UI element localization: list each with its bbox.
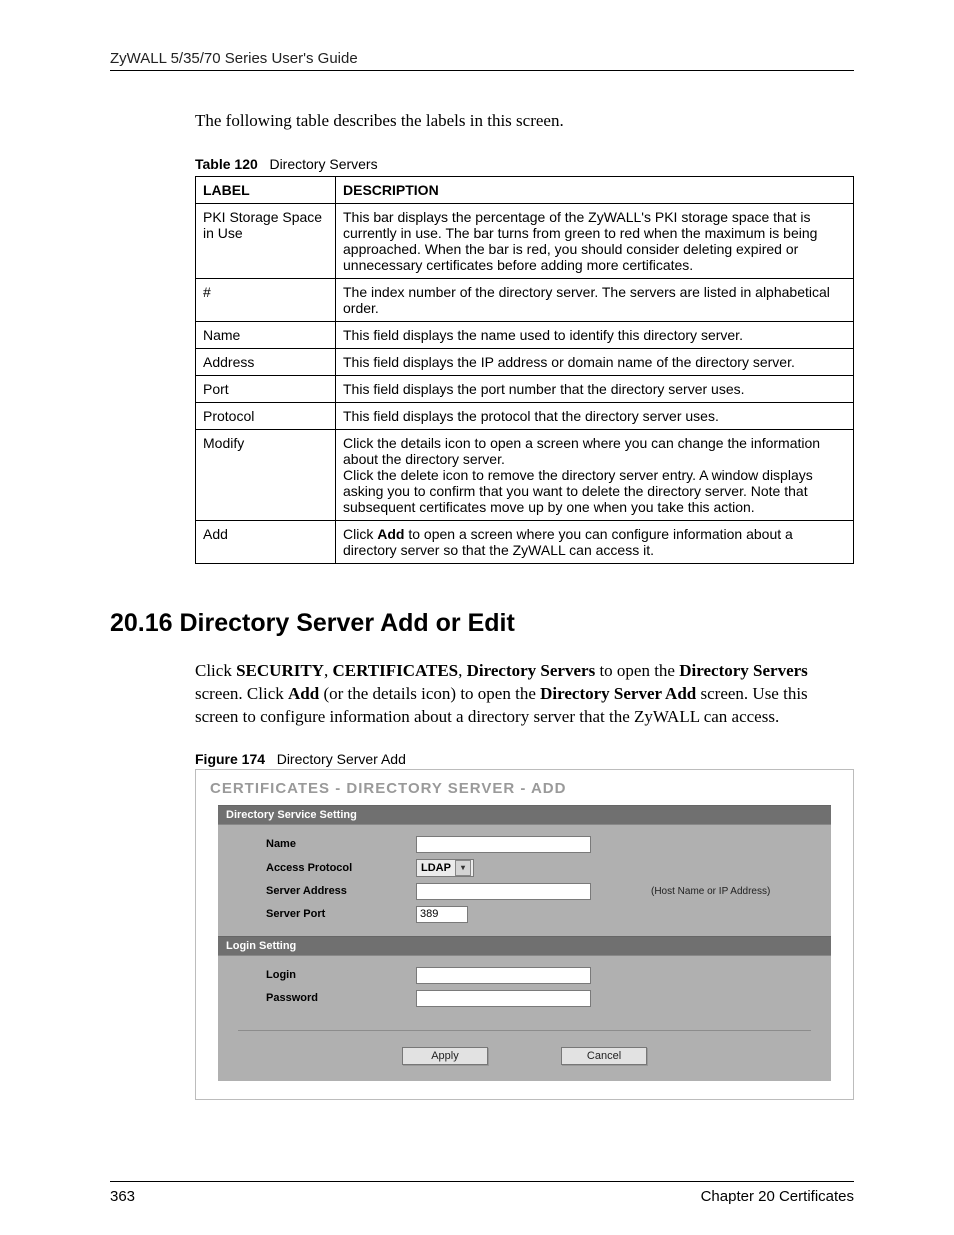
screenshot-title: CERTIFICATES - DIRECTORY SERVER - ADD xyxy=(196,770,853,805)
directory-servers-table: LABEL DESCRIPTION PKI Storage Space in U… xyxy=(195,176,854,564)
section-heading: 20.16 Directory Server Add or Edit xyxy=(110,609,854,638)
server-address-input[interactable] xyxy=(416,883,591,900)
screenshot-inner: Directory Service Setting Name Access Pr… xyxy=(218,805,831,1081)
table-row: Port This field displays the port number… xyxy=(196,376,854,403)
cell-label: Port xyxy=(196,376,336,403)
cell-label: Add xyxy=(196,521,336,564)
screenshot-panel: CERTIFICATES - DIRECTORY SERVER - ADD Di… xyxy=(195,769,854,1100)
table-row: # The index number of the directory serv… xyxy=(196,279,854,322)
label-server-port: Server Port xyxy=(266,908,416,920)
intro-text: The following table describes the labels… xyxy=(195,111,854,131)
cell-desc: This field displays the IP address or do… xyxy=(336,349,854,376)
table-title: Directory Servers xyxy=(269,156,377,172)
cell-desc: This field displays the name used to ide… xyxy=(336,322,854,349)
cancel-button[interactable]: Cancel xyxy=(561,1047,647,1065)
cell-desc: Click the details icon to open a screen … xyxy=(336,430,854,521)
th-label: LABEL xyxy=(196,177,336,204)
table-row: Protocol This field displays the protoco… xyxy=(196,403,854,430)
table-row: PKI Storage Space in Use This bar displa… xyxy=(196,204,854,279)
button-row: Apply Cancel xyxy=(218,1041,831,1069)
table-row: Name This field displays the name used t… xyxy=(196,322,854,349)
page-footer: 363 Chapter 20 Certificates xyxy=(110,1181,854,1205)
table-row: Address This field displays the IP addre… xyxy=(196,349,854,376)
access-protocol-select[interactable]: LDAP ▾ xyxy=(416,859,474,877)
form-area-login: Login Password xyxy=(218,956,831,1020)
figure-caption: Figure 174 Directory Server Add xyxy=(195,751,854,767)
figure-title: Directory Server Add xyxy=(277,751,406,767)
table-number: Table 120 xyxy=(195,156,258,172)
cell-label: Name xyxy=(196,322,336,349)
header-guide-title: ZyWALL 5/35/70 Series User's Guide xyxy=(110,50,854,67)
name-input[interactable] xyxy=(416,836,591,853)
cell-desc: This field displays the port number that… xyxy=(336,376,854,403)
cell-label: Protocol xyxy=(196,403,336,430)
section-bar-login-setting: Login Setting xyxy=(218,936,831,956)
table-row: Modify Click the details icon to open a … xyxy=(196,430,854,521)
cell-desc: This bar displays the percentage of the … xyxy=(336,204,854,279)
cell-desc: This field displays the protocol that th… xyxy=(336,403,854,430)
cell-desc: The index number of the directory server… xyxy=(336,279,854,322)
label-access-protocol: Access Protocol xyxy=(266,862,416,874)
figure-number: Figure 174 xyxy=(195,751,265,767)
cell-label: PKI Storage Space in Use xyxy=(196,204,336,279)
form-divider xyxy=(238,1030,811,1031)
cell-label: Modify xyxy=(196,430,336,521)
label-name: Name xyxy=(266,838,416,850)
login-input[interactable] xyxy=(416,967,591,984)
header-rule xyxy=(110,70,854,71)
server-address-hint: (Host Name or IP Address) xyxy=(651,886,770,897)
apply-button[interactable]: Apply xyxy=(402,1047,488,1065)
label-login: Login xyxy=(266,969,416,981)
table-caption: Table 120 Directory Servers xyxy=(195,156,854,172)
section-body: Click SECURITY, CERTIFICATES, Directory … xyxy=(195,660,854,729)
form-area-directory: Name Access Protocol LDAP ▾ Server Addre… xyxy=(218,825,831,936)
section-bar-directory-service: Directory Service Setting xyxy=(218,805,831,825)
th-description: DESCRIPTION xyxy=(336,177,854,204)
label-server-address: Server Address xyxy=(266,885,416,897)
cell-label: Address xyxy=(196,349,336,376)
cell-desc: Click Add to open a screen where you can… xyxy=(336,521,854,564)
chevron-down-icon: ▾ xyxy=(455,860,471,876)
cell-label: # xyxy=(196,279,336,322)
label-password: Password xyxy=(266,992,416,1004)
chapter-label: Chapter 20 Certificates xyxy=(701,1188,854,1205)
page-number: 363 xyxy=(110,1188,135,1205)
server-port-input[interactable] xyxy=(416,906,468,923)
table-row: Add Click Add to open a screen where you… xyxy=(196,521,854,564)
access-protocol-value: LDAP xyxy=(421,862,451,874)
password-input[interactable] xyxy=(416,990,591,1007)
